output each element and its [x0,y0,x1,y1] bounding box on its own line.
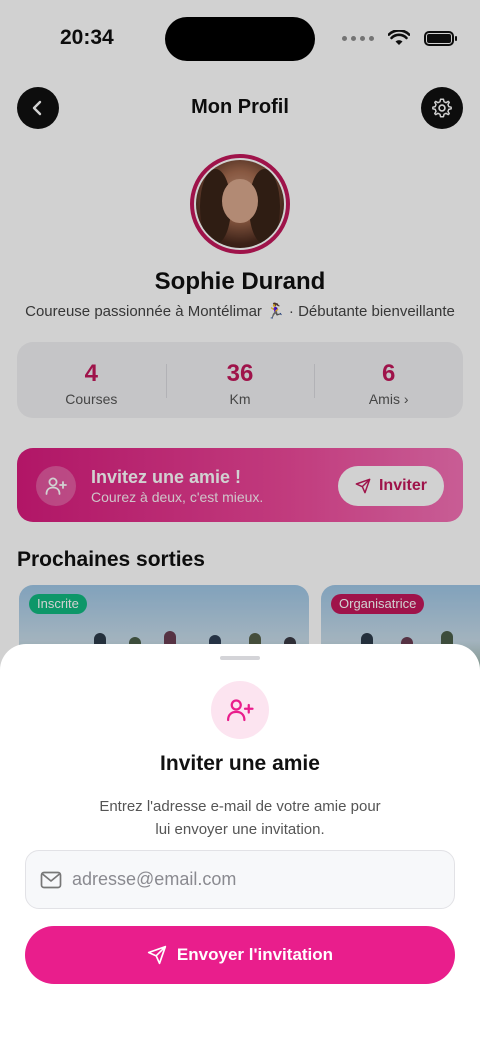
send-invitation-button[interactable]: Envoyer l'invitation [25,926,455,984]
email-input[interactable] [72,851,454,908]
send-icon [147,945,167,965]
email-field[interactable] [25,850,455,909]
sheet-description: Entrez l'adresse e-mail de votre amie po… [99,798,381,838]
sheet-title: Inviter une amie [160,752,320,775]
sheet-drag-handle[interactable] [220,656,260,660]
mail-icon [40,869,62,891]
user-plus-icon [211,681,269,739]
invite-bottom-sheet: Inviter une amie Entrez l'adresse e-mail… [0,644,480,1044]
send-invitation-label: Envoyer l'invitation [176,945,334,964]
